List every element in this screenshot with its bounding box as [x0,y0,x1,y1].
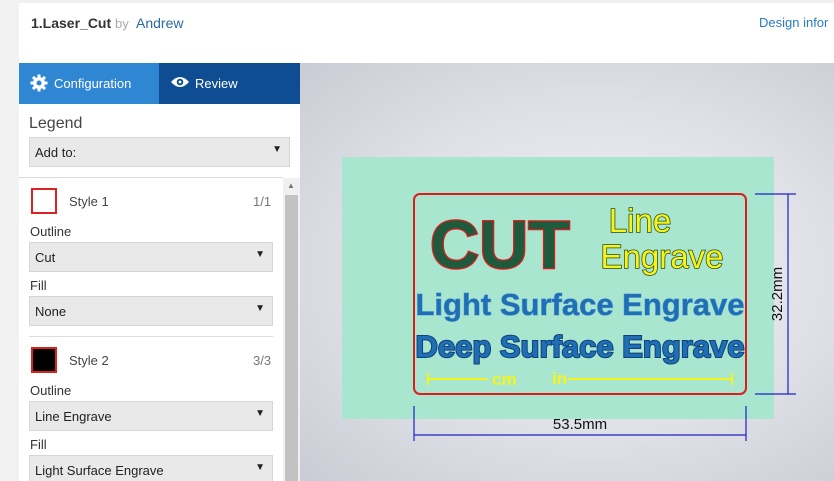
light-surface-text: Light Surface Engrave [415,287,744,322]
design-preview: CUT Line Engrave Light Surface Engrave D… [342,157,796,441]
tab-review-label: Review [195,76,238,91]
chevron-down-icon: ▼ [272,144,282,155]
chevron-down-icon: ▼ [255,249,265,260]
left-edge-strip [0,0,19,481]
line-engrave-text-1: Line [609,202,671,239]
style-2-fill-value: Light Surface Engrave [35,463,164,478]
legend-title: Legend [29,115,83,132]
style-1-fill-label: Fill [30,278,47,293]
line-engrave-text-2: Engrave [601,238,724,275]
document-title: 1.Laser_Cut [31,15,112,31]
style-2-outline-value: Line Engrave [35,409,112,424]
ruler-cm-label: cm [492,370,517,389]
tab-review[interactable]: Review [159,63,300,104]
height-label: 32.2mm [769,267,786,321]
style-1-outline-select[interactable]: Cut ▼ [29,242,273,272]
divider [19,177,283,178]
style-2-fill-select[interactable]: Light Surface Engrave ▼ [29,455,273,481]
deep-surface-text: Deep Surface Engrave [415,329,744,364]
style-1-fill-select[interactable]: None ▼ [29,296,273,326]
style-1-count: 1/1 [253,194,272,209]
width-label: 53.5mm [553,416,607,433]
cut-text: CUT [430,207,570,283]
scrollbar-thumb[interactable] [285,195,298,481]
tab-configuration-label: Configuration [54,76,132,91]
chevron-down-icon: ▼ [255,303,265,314]
style-1-swatch[interactable] [31,188,57,214]
style-2-outline-label: Outline [30,383,72,398]
chevron-down-icon: ▼ [255,462,265,473]
design-info-link[interactable]: Design infor [759,15,828,30]
add-to-select[interactable]: Add to: ▼ [29,137,290,167]
style-1-fill-value: None [35,304,67,319]
divider [29,336,273,337]
style-2-count: 3/3 [253,353,272,368]
style-2-fill-label: Fill [30,437,47,452]
style-2-swatch[interactable] [31,347,57,373]
ruler-in-label: in [552,369,567,388]
config-panel: Configuration Review Legend Add to: ▼ ▲ … [19,63,300,481]
by-label: by [115,16,129,31]
tab-configuration[interactable]: Configuration [19,63,159,104]
style-1-outline-value: Cut [35,250,56,265]
gear-icon [30,74,48,92]
add-to-select-value: Add to: [35,145,77,160]
style-2-name: Style 2 [69,353,109,368]
panel-tabs: Configuration Review [19,63,300,104]
style-1-name: Style 1 [69,194,109,209]
eye-icon [171,77,189,87]
design-canvas[interactable]: CUT Line Engrave Light Surface Engrave D… [300,63,834,481]
scroll-up-arrow-icon[interactable]: ▲ [287,181,295,190]
header-bar: 1.Laser_Cut by Andrew Design infor [19,3,834,63]
chevron-down-icon: ▼ [255,408,265,419]
style-2-outline-select[interactable]: Line Engrave ▼ [29,401,273,431]
style-1-outline-label: Outline [30,224,72,239]
author-link[interactable]: Andrew [136,15,183,31]
